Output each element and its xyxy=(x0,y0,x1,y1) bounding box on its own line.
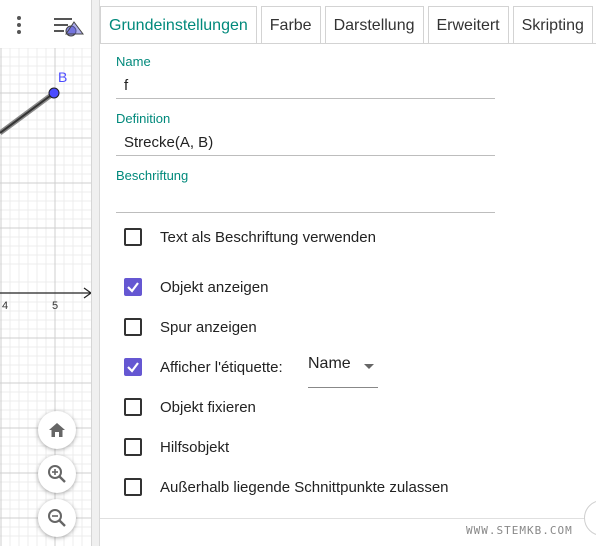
point-b-label: B xyxy=(58,69,67,85)
show-label-checkbox[interactable] xyxy=(124,358,142,376)
name-input[interactable]: f xyxy=(116,73,495,99)
home-icon xyxy=(49,423,65,437)
tab-erweitert[interactable]: Erweitert xyxy=(427,6,509,44)
fix-object-label: Objekt fixieren xyxy=(160,398,256,416)
show-trace-checkbox[interactable] xyxy=(124,318,142,336)
label-mode-selected: Name xyxy=(308,355,351,372)
show-label-label: Afficher l'étiquette: xyxy=(160,358,283,376)
tab-darstellung[interactable]: Darstellung xyxy=(324,6,424,44)
caption-label: Beschriftung xyxy=(116,168,189,183)
auxiliary-object-label: Hilfsobjekt xyxy=(160,438,230,456)
app-window: B 4 5 Grundeinstellungen Farbe Darstellu… xyxy=(0,0,596,546)
checkbox-row-outlying-intersections[interactable]: Außerhalb liegende Schnittpunkte zulasse… xyxy=(124,476,449,498)
definition-input[interactable]: Strecke(A, B) xyxy=(116,130,495,156)
zoom-out-button[interactable] xyxy=(38,499,76,537)
x-tick-5: 5 xyxy=(52,300,58,312)
checkbox-row-auxiliary-object[interactable]: Hilfsobjekt xyxy=(124,436,229,458)
caption-input[interactable] xyxy=(116,187,495,213)
properties-tabs: Grundeinstellungen Farbe Darstellung Erw… xyxy=(100,6,596,44)
fix-object-checkbox[interactable] xyxy=(124,398,142,416)
show-object-label: Objekt anzeigen xyxy=(160,278,269,296)
dropdown-arrow-icon xyxy=(364,364,374,369)
graphics-toolbar xyxy=(0,0,91,48)
checkbox-row-use-text-as-caption[interactable]: Text als Beschriftung verwenden xyxy=(124,226,376,248)
watermark: WWW.STEMKB.COM xyxy=(466,524,573,537)
auxiliary-object-checkbox[interactable] xyxy=(124,438,142,456)
use-text-as-caption-label: Text als Beschriftung verwenden xyxy=(160,228,376,246)
menu-dots-icon[interactable] xyxy=(12,14,26,36)
point-b[interactable] xyxy=(48,87,60,99)
corner-button[interactable] xyxy=(584,500,596,536)
tab-divider xyxy=(100,43,596,44)
zoom-in-icon xyxy=(48,465,66,483)
view-splitter[interactable] xyxy=(92,0,100,546)
tab-grundeinstellungen[interactable]: Grundeinstellungen xyxy=(100,6,257,44)
tab-farbe[interactable]: Farbe xyxy=(260,6,321,44)
style-bar-icon[interactable] xyxy=(52,14,84,38)
use-text-as-caption-checkbox[interactable] xyxy=(124,228,142,246)
checkbox-row-show-label[interactable]: Afficher l'étiquette: xyxy=(124,356,283,378)
tab-skripting[interactable]: Skripting xyxy=(512,6,593,44)
checkbox-row-fix-object[interactable]: Objekt fixieren xyxy=(124,396,256,418)
graphics-view[interactable]: B 4 5 xyxy=(0,0,92,546)
checkbox-row-show-trace[interactable]: Spur anzeigen xyxy=(124,316,257,338)
panel-bottom-divider xyxy=(100,518,596,519)
label-mode-dropdown[interactable]: Name xyxy=(308,353,378,388)
show-object-checkbox[interactable] xyxy=(124,278,142,296)
checkmark-icon xyxy=(127,362,139,373)
checkbox-row-show-object[interactable]: Objekt anzeigen xyxy=(124,276,268,298)
outlying-intersections-checkbox[interactable] xyxy=(124,478,142,496)
zoom-in-button[interactable] xyxy=(38,455,76,493)
name-label: Name xyxy=(116,54,151,69)
x-tick-4: 4 xyxy=(2,300,8,312)
zoom-out-icon xyxy=(48,509,66,527)
properties-panel: Grundeinstellungen Farbe Darstellung Erw… xyxy=(100,0,596,546)
checkmark-icon xyxy=(127,282,139,293)
show-trace-label: Spur anzeigen xyxy=(160,318,257,336)
outlying-intersections-label: Außerhalb liegende Schnittpunkte zulasse… xyxy=(160,478,449,496)
definition-label: Definition xyxy=(116,111,171,126)
home-button[interactable] xyxy=(38,411,76,449)
